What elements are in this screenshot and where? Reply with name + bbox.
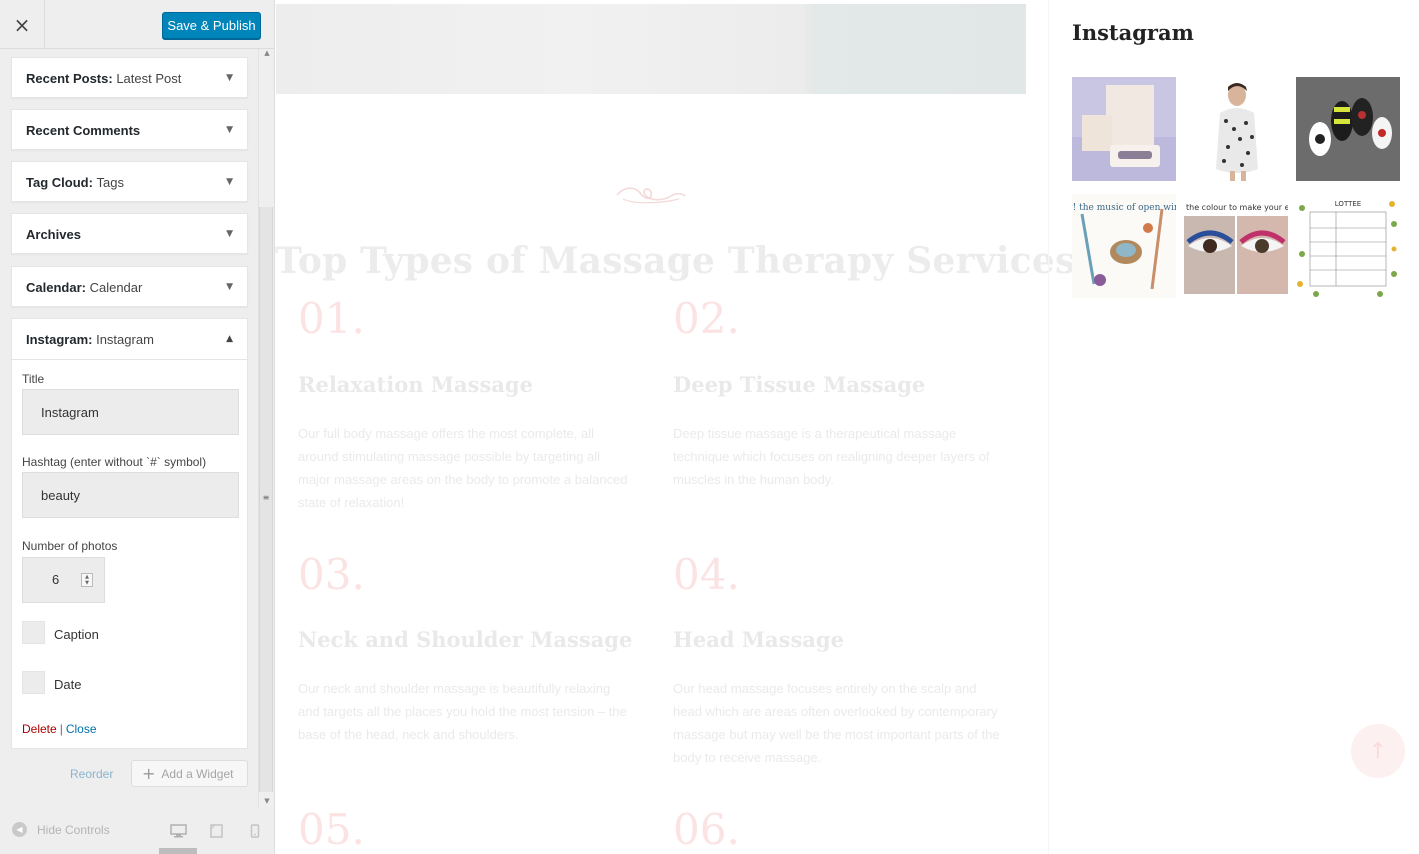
reorder-link[interactable]: Reorder <box>70 767 113 781</box>
widget-calendar[interactable]: Calendar: Calendar ▼ <box>11 266 248 307</box>
service-title: Head Massage <box>673 627 844 652</box>
widget-subtitle: Calendar <box>89 280 143 295</box>
collapse-left-icon: ◀ <box>12 822 27 837</box>
service-number: 06. <box>673 805 740 854</box>
date-label: Date <box>54 677 82 692</box>
customizer-footer: ◀ Hide Controls <box>0 810 274 854</box>
resize-handle-icon[interactable]: ≡ <box>262 493 270 503</box>
expand-arrow-icon[interactable]: ▼ <box>226 214 233 255</box>
widget-recent-posts[interactable]: Recent Posts: Latest Post ▼ <box>11 57 248 98</box>
expand-arrow-icon[interactable]: ▼ <box>226 267 233 308</box>
hero-image <box>276 4 1026 94</box>
close-customizer-button[interactable]: × <box>0 0 45 49</box>
hashtag-input[interactable] <box>22 472 239 518</box>
caption-label: Caption <box>54 627 99 642</box>
widget-name: Recent Posts <box>26 71 109 86</box>
widget-instagram: Instagram: Instagram ▲ Title Hashtag (en… <box>11 318 248 749</box>
ornament-divider-icon <box>613 182 689 213</box>
tablet-preview-icon[interactable] <box>210 824 223 843</box>
services-heading: Top Types of Massage Therapy Services <box>275 240 1076 282</box>
widget-name: Archives <box>26 227 81 242</box>
widget-subtitle: Latest Post <box>116 71 182 86</box>
service-number: 04. <box>673 550 740 599</box>
widget-instagram-header[interactable]: Instagram: Instagram ▲ <box>12 319 247 360</box>
widget-recent-comments[interactable]: Recent Comments ▼ <box>11 109 248 150</box>
actions-separator: | <box>59 722 63 736</box>
add-widget-label: Add a Widget <box>161 766 234 781</box>
widget-actions: Delete | Close <box>22 722 97 736</box>
active-device-indicator <box>159 848 197 854</box>
close-widget-link[interactable]: Close <box>66 722 97 736</box>
instagram-photo[interactable] <box>1184 77 1288 181</box>
widget-subtitle: Tags <box>96 175 125 190</box>
number-of-photos-value: 6 <box>52 572 60 587</box>
service-number: 01. <box>298 294 365 343</box>
service-number: 03. <box>298 550 365 599</box>
number-of-photos-label: Number of photos <box>22 539 118 553</box>
mobile-preview-icon[interactable] <box>250 824 260 843</box>
widget-name: Calendar <box>26 280 82 295</box>
spinner-arrows-icon[interactable]: ▲ ▼ <box>81 573 93 587</box>
widget-name: Instagram <box>26 332 89 347</box>
photo-caption: the colour to make your eyes p <box>1186 203 1288 212</box>
service-title: Relaxation Massage <box>298 372 533 397</box>
scroll-down-arrow-icon[interactable]: ▼ <box>262 796 272 806</box>
instagram-photo[interactable]: the colour to make your eyes p <box>1184 194 1288 294</box>
instagram-photo[interactable]: LOTTEE <box>1296 194 1400 298</box>
date-checkbox[interactable] <box>22 671 45 694</box>
number-of-photos-stepper[interactable]: 6 ▲ ▼ <box>22 557 105 603</box>
hide-controls-label: Hide Controls <box>37 822 110 837</box>
service-title: Neck and Shoulder Massage <box>298 627 633 652</box>
expand-arrow-icon[interactable]: ▼ <box>226 58 233 99</box>
desktop-preview-icon[interactable] <box>170 824 187 843</box>
instagram-photo[interactable] <box>1072 77 1176 181</box>
hashtag-label: Hashtag (enter without `#` symbol) <box>22 455 207 469</box>
widget-archives[interactable]: Archives ▼ <box>11 213 248 254</box>
photo-caption: LOTTEE <box>1335 200 1361 208</box>
collapse-arrow-icon[interactable]: ▲ <box>226 319 233 360</box>
service-title: Deep Tissue Massage <box>673 372 926 397</box>
instagram-photo[interactable]: Spring! the music of open windows. <box>1072 194 1176 298</box>
widget-name: Recent Comments <box>26 123 141 138</box>
photo-caption: Spring! the music of open windows. <box>1072 203 1176 213</box>
expand-arrow-icon[interactable]: ▼ <box>226 110 233 151</box>
scroll-up-arrow-icon[interactable]: ▲ <box>262 48 272 58</box>
delete-link[interactable]: Delete <box>22 722 57 736</box>
plus-icon: + <box>142 764 156 783</box>
service-description: Deep tissue massage is a therapeutical m… <box>673 426 990 487</box>
hide-controls-button[interactable]: ◀ Hide Controls <box>12 822 110 837</box>
service-number: 02. <box>673 294 740 343</box>
customizer-header: × Save & Publish <box>0 0 274 49</box>
service-description: Our head massage focuses entirely on the… <box>673 681 1000 765</box>
customizer-sidebar: × Save & Publish ▲ ▼ ≡ Recent Posts: Lat… <box>0 0 275 854</box>
service-number: 05. <box>298 805 365 854</box>
caption-checkbox[interactable] <box>22 621 45 644</box>
site-preview: Top Types of Massage Therapy Services 01… <box>275 0 1419 854</box>
scroll-to-top-button[interactable]: ↑ <box>1351 724 1405 778</box>
expand-arrow-icon[interactable]: ▼ <box>226 162 233 203</box>
service-description: Our full body massage offers the most co… <box>298 426 628 510</box>
title-input[interactable] <box>22 389 239 435</box>
service-description: Our neck and shoulder massage is beautif… <box>298 681 627 742</box>
widget-subtitle: Instagram <box>96 332 154 347</box>
add-widget-button[interactable]: + Add a Widget <box>131 760 248 787</box>
sidebar-divider <box>1048 0 1049 854</box>
title-label: Title <box>22 372 45 386</box>
widget-name: Tag Cloud <box>26 175 89 190</box>
widget-tag-cloud[interactable]: Tag Cloud: Tags ▼ <box>11 161 248 202</box>
instagram-photo[interactable] <box>1296 77 1400 181</box>
save-publish-button[interactable]: Save & Publish <box>162 12 261 39</box>
instagram-widget-title: Instagram <box>1072 20 1194 45</box>
